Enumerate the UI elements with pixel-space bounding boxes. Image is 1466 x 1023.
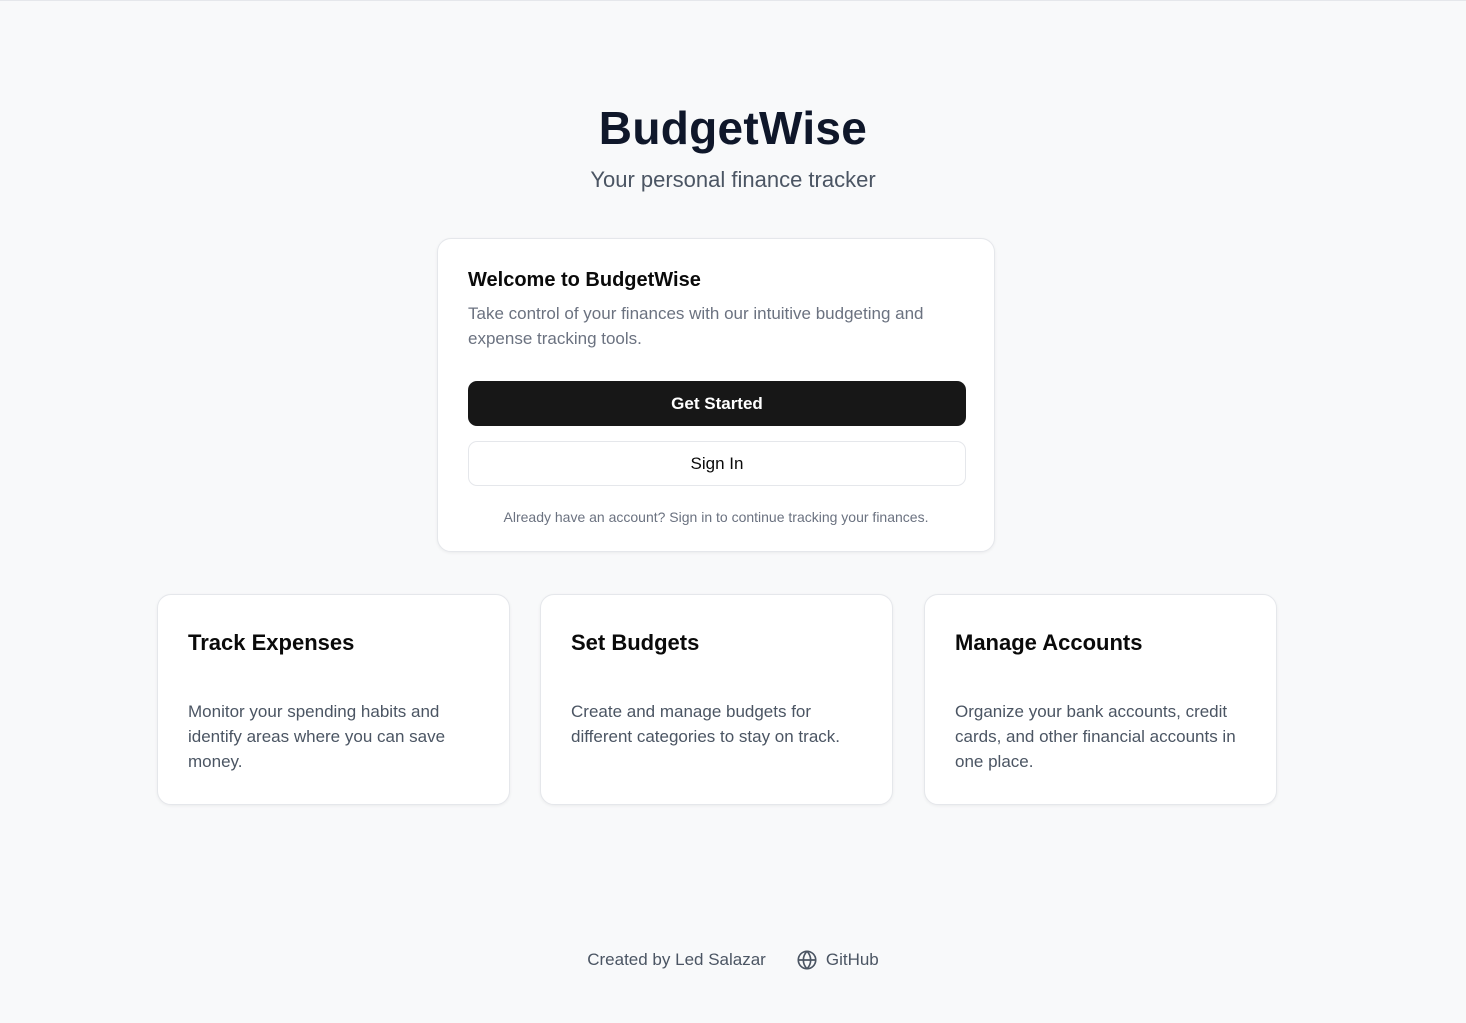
feature-description: Create and manage budgets for different … [571,702,840,746]
app-tagline: Your personal finance tracker [590,167,876,192]
github-link-label: GitHub [825,950,879,969]
sign-in-button[interactable]: Sign In [468,441,966,486]
feature-card-set-budgets: Set Budgets Create and manage budgets fo… [540,594,893,805]
feature-description: Monitor your spending habits and identif… [188,702,446,771]
hero: BudgetWise Your personal finance tracker [0,101,1466,195]
feature-title: Manage Accounts [955,630,1143,655]
footer-credit: Created by Led Salazar [587,950,766,969]
welcome-card: Welcome to BudgetWise Take control of yo… [437,238,995,552]
feature-description: Organize your bank accounts, credit card… [955,702,1236,771]
feature-title: Set Budgets [571,630,700,655]
globe-icon [797,950,817,970]
feature-title: Track Expenses [188,630,355,655]
github-link[interactable]: GitHub [796,949,879,971]
welcome-description: Take control of your finances with our i… [468,304,924,348]
feature-card-manage-accounts: Manage Accounts Organize your bank accou… [924,594,1277,805]
sign-in-note: Already have an account? Sign in to cont… [503,509,929,525]
get-started-button[interactable]: Get Started [468,381,966,426]
app-title: BudgetWise [598,102,868,154]
footer: Created by Led Salazar GitHub [0,949,1466,971]
feature-card-track-expenses: Track Expenses Monitor your spending hab… [157,594,510,805]
welcome-heading: Welcome to BudgetWise [468,269,701,291]
